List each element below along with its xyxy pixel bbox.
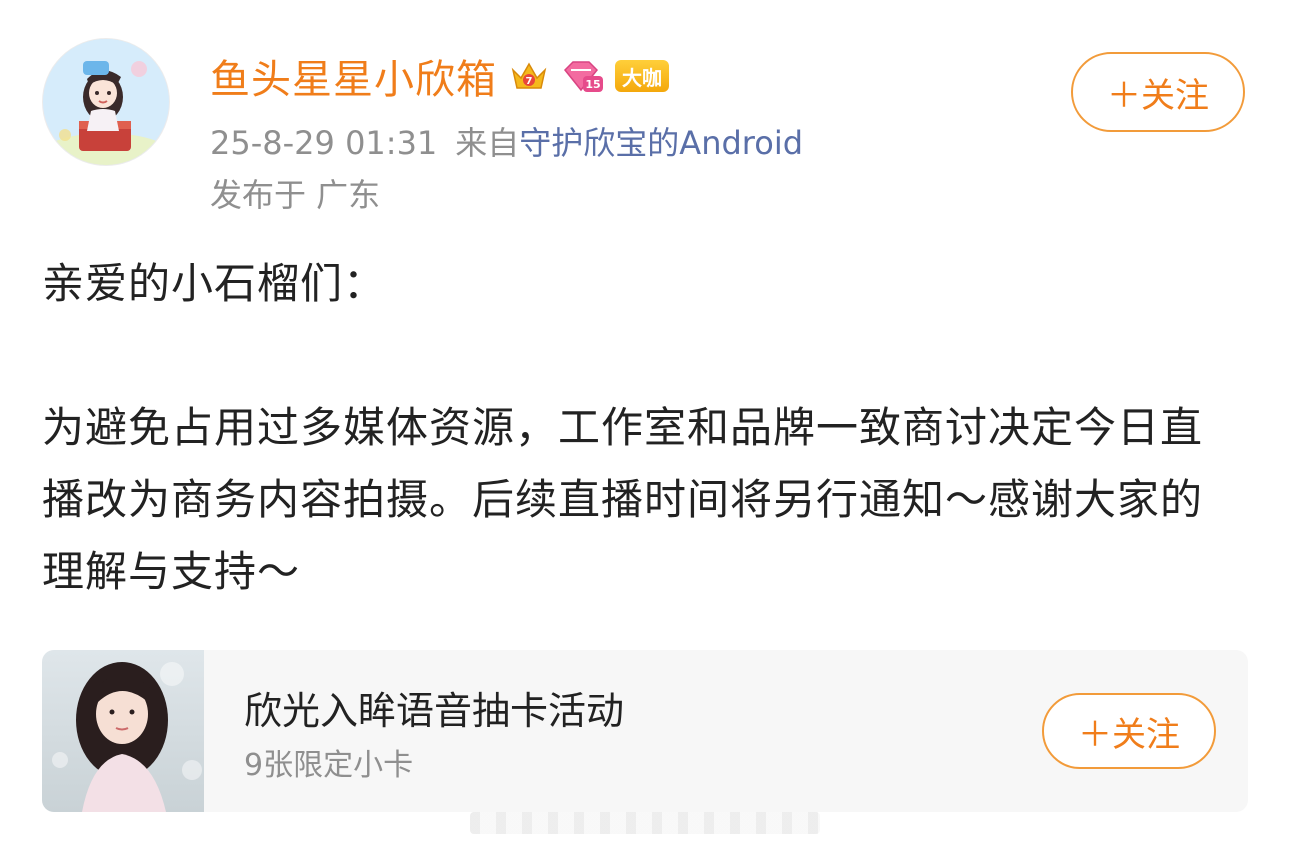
obscured-content [470,812,820,834]
post-greeting: 亲爱的小石榴们： [42,259,387,308]
avatar[interactable] [42,38,170,166]
card-title: 欣光入眸语音抽卡活动 [244,689,625,733]
source-prefix: 来自 [455,124,520,162]
follow-button[interactable]: ＋关注 [1071,52,1245,132]
post-meta: 25-8-29 01:31 来自守护欣宝的Android [210,118,803,164]
card-follow-button[interactable]: ＋关注 [1042,693,1216,769]
post-location: 发布于 广东 [210,176,381,214]
card-thumbnail [42,650,204,812]
card-subtitle: 9张限定小卡 [244,748,414,783]
post-timestamp: 25-8-29 01:31 [210,124,438,162]
crown-badge-icon[interactable]: 7 [507,56,551,96]
promo-card[interactable]: 欣光入眸语音抽卡活动 9张限定小卡 ＋关注 [42,650,1248,812]
post-content: 为避免占用过多媒体资源，工作室和品牌一致商讨决定今日直播改为商务内容拍摄。后续直… [42,403,1204,596]
author-name[interactable]: 鱼头星星小欣箱 [210,47,497,105]
avatar-illustration [43,39,169,165]
crown-badge-number: 7 [526,76,533,87]
diamond-badge-number: 15 [585,78,600,91]
source-device-link[interactable]: 守护欣宝的Android [519,124,803,162]
username-row: 鱼头星星小欣箱 7 15 大咖 [210,47,669,105]
diamond-badge-icon[interactable]: 15 [561,56,605,96]
level-badge[interactable]: 大咖 [615,60,669,92]
post-body: 亲爱的小石榴们： 为避免占用过多媒体资源，工作室和品牌一致商讨决定今日直播改为商… [42,248,1222,608]
